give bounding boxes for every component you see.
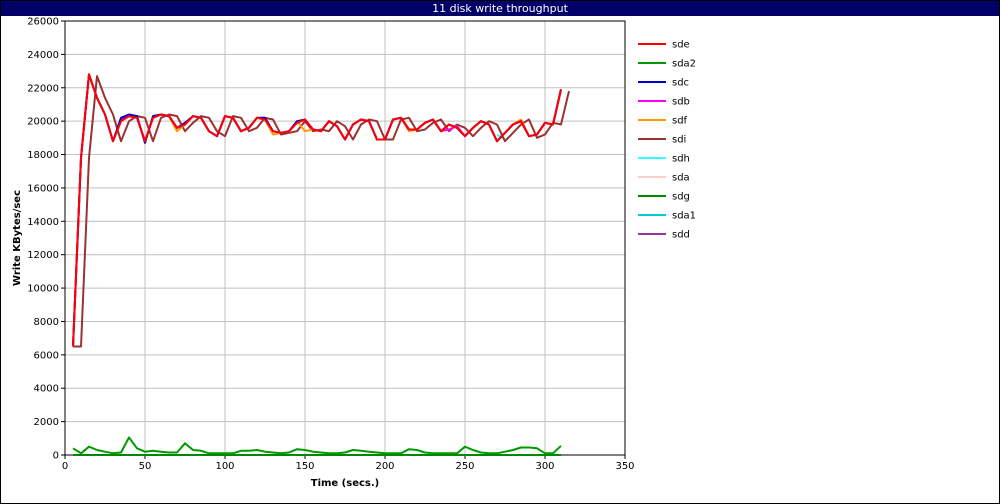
y-axis-ticks: 0 2000 4000 6000 8000 10000 12000 14000 16000 180… — [27, 17, 65, 462]
legend-item-sdh: sdh — [638, 154, 690, 165]
legend-label: sda — [672, 173, 690, 184]
y-tick-label: 20000 — [27, 117, 59, 128]
legend-label: sdg — [672, 192, 690, 203]
legend-label: sdi — [672, 135, 686, 146]
legend-label: sdc — [672, 78, 689, 89]
legend-label: sdd — [672, 230, 690, 241]
x-tick-label: 150 — [295, 461, 314, 472]
legend-item-sde: sde — [638, 40, 690, 51]
series-line-sda2 — [72, 436, 562, 455]
legend-item-sdi: sdi — [638, 135, 686, 146]
y-tick-label: 4000 — [34, 384, 59, 395]
legend-label: sde — [672, 40, 690, 51]
y-tick-label: 8000 — [34, 317, 59, 328]
y-tick-label: 14000 — [27, 217, 59, 228]
y-tick-label: 22000 — [27, 83, 59, 94]
legend-label: sda2 — [672, 59, 696, 70]
legend-item-sda2: sda2 — [638, 59, 696, 70]
legend-item-sdg: sdg — [638, 192, 690, 203]
x-tick-label: 300 — [535, 461, 554, 472]
series-line-sdf — [72, 73, 562, 347]
x-tick-label: 0 — [62, 461, 68, 472]
y-tick-label: 16000 — [27, 183, 59, 194]
legend-item-sdd: sdd — [638, 230, 690, 241]
grid-lines — [65, 21, 625, 455]
series-line-sde — [72, 73, 562, 347]
series-line-sdi — [73, 75, 570, 348]
x-tick-label: 200 — [375, 461, 394, 472]
legend-label: sdh — [672, 154, 690, 165]
legend-label: sda1 — [672, 211, 696, 222]
x-tick-label: 100 — [215, 461, 234, 472]
y-tick-label: 2000 — [34, 417, 59, 428]
x-tick-label: 350 — [615, 461, 634, 472]
legend-item-sdc: sdc — [638, 78, 689, 89]
y-tick-label: 12000 — [27, 250, 59, 261]
legend-item-sda: sda — [638, 173, 690, 184]
chart-window: 11 disk write throughput 0 50 100 150 200 250… — [0, 0, 1000, 504]
y-axis-label: Write KBytes/sec — [12, 190, 23, 286]
series-line-sdb — [72, 73, 562, 347]
y-tick-label: 10000 — [27, 284, 59, 295]
y-tick-label: 18000 — [27, 150, 59, 161]
legend: sde sda2 sdc sdb sdf sdi sdh sda sdg sda1 sdd — [638, 40, 696, 241]
series-lines — [72, 73, 570, 456]
x-tick-label: 50 — [139, 461, 152, 472]
legend-item-sdf: sdf — [638, 116, 688, 127]
plot-area — [64, 20, 626, 456]
legend-label: sdb — [672, 97, 690, 108]
legend-item-sdb: sdb — [638, 97, 690, 108]
series-line-sdc — [72, 73, 562, 347]
y-tick-label: 6000 — [34, 350, 59, 361]
y-tick-label: 26000 — [27, 17, 59, 28]
chart-canvas: 0 50 100 150 200 250 300 350 0 2000 4000 6000 8000 1… — [12, 17, 696, 490]
x-tick-label: 250 — [455, 461, 474, 472]
x-axis-ticks: 0 50 100 150 200 250 300 350 — [62, 455, 635, 472]
y-tick-label: 24000 — [27, 50, 59, 61]
legend-item-sda1: sda1 — [638, 211, 696, 222]
legend-label: sdf — [672, 116, 688, 127]
y-tick-label: 0 — [53, 451, 59, 462]
x-axis-label: Time (secs.) — [311, 478, 380, 489]
